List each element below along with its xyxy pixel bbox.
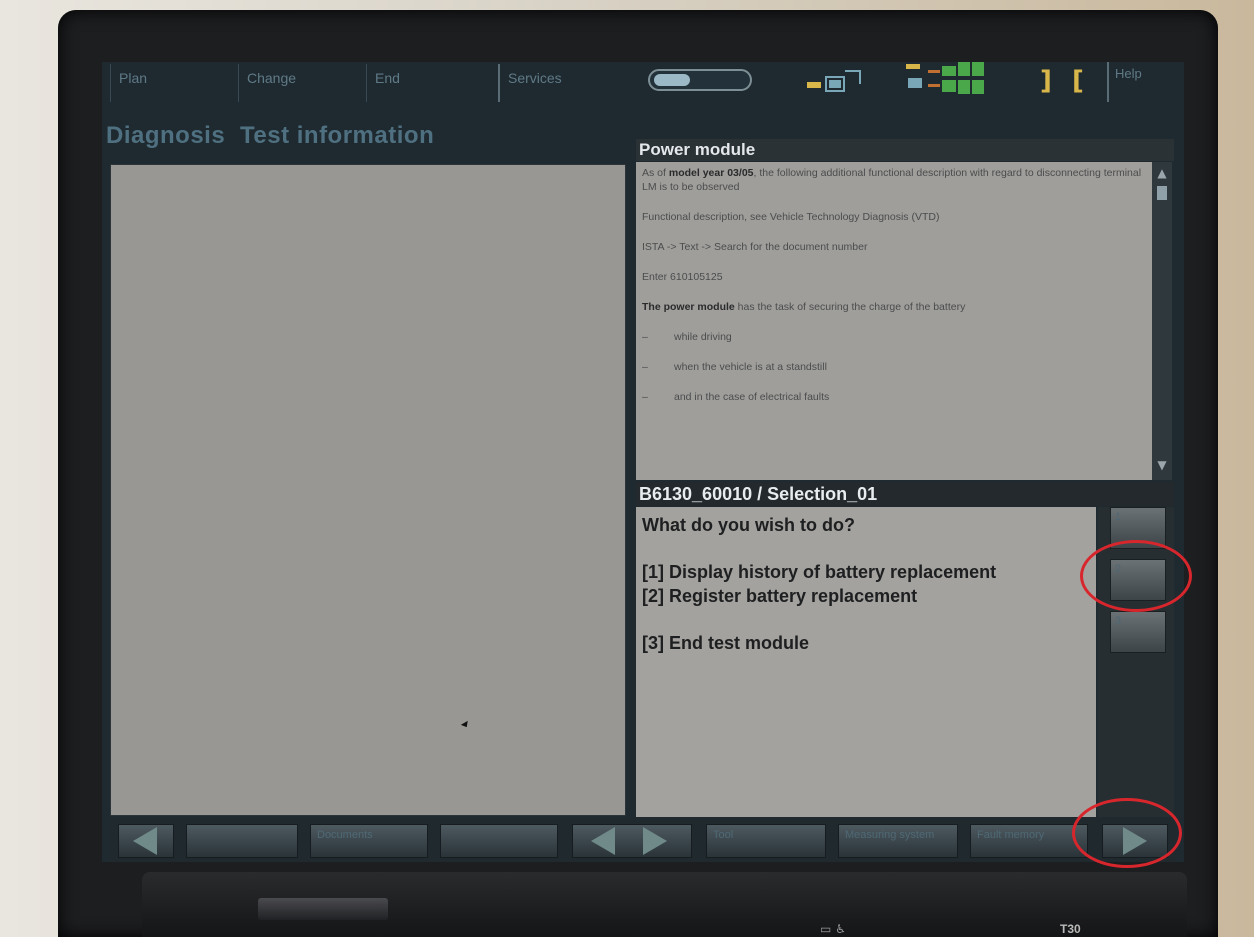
graphic-panel xyxy=(110,164,626,816)
arrow-left-icon xyxy=(133,827,157,855)
annotation-ring-option-2 xyxy=(1080,540,1192,612)
module-status-grid-icon xyxy=(906,62,1026,102)
bullet-text: and in the case of electrical faults xyxy=(674,391,830,403)
toolbar-button-blank-1[interactable] xyxy=(186,824,298,858)
bracket-open-icon: [ xyxy=(1072,66,1084,96)
laptop-model-label: T30 xyxy=(1060,922,1081,936)
pm-bullet: – when the vehicle is at a standstill xyxy=(642,360,1144,374)
pm-paragraph-4: Enter 610105125 xyxy=(642,271,723,283)
vehicle-connection-icon xyxy=(807,68,867,98)
pm-paragraph-2: Functional description, see Vehicle Tech… xyxy=(642,211,940,223)
toolbar-button-blank-2[interactable] xyxy=(440,824,558,858)
pm-paragraph-5: The power module has the task of securin… xyxy=(642,300,1144,314)
scroll-up-icon[interactable]: ▲ xyxy=(1155,166,1169,184)
menu-tab-change[interactable]: Change xyxy=(238,64,366,102)
pm-para5-bold: The power module xyxy=(642,301,735,313)
help-button[interactable]: Help xyxy=(1107,62,1177,102)
status-indicator-icons: ▭ ♿ xyxy=(820,922,846,936)
app-screen: Plan Change End Services ] [ Help Diagno… xyxy=(102,62,1184,862)
pm-para5-suffix: has the task of securing the charge of t… xyxy=(734,301,966,313)
pm-bullet: – while driving xyxy=(642,330,1144,344)
bottom-toolbar: Documents Tool Measuring system Fault me… xyxy=(110,818,1176,862)
scroll-thumb[interactable] xyxy=(1157,186,1167,200)
fault-memory-button[interactable]: Fault memory xyxy=(970,824,1088,858)
bullet-dash: – xyxy=(642,391,648,403)
power-module-text: As of model year 03/05, the following ad… xyxy=(636,162,1152,480)
back-button[interactable] xyxy=(118,824,174,858)
page-next-icon xyxy=(643,827,667,855)
bullet-text: while driving xyxy=(674,331,732,343)
measuring-system-button[interactable]: Measuring system xyxy=(838,824,958,858)
mouse-cursor-icon xyxy=(460,720,471,730)
selection-question: What do you wish to do? xyxy=(642,515,855,535)
option-3-button[interactable]: 3 xyxy=(1110,611,1166,653)
pm-para1-prefix: As of xyxy=(642,167,669,179)
scroll-down-icon[interactable]: ▼ xyxy=(1155,458,1169,476)
annotation-ring-continue xyxy=(1072,798,1182,868)
power-module-scrollbar[interactable]: ▲ ▼ xyxy=(1152,162,1172,480)
selection-option-2: [2] Register battery replacement xyxy=(642,586,918,606)
bullet-dash: – xyxy=(642,331,648,343)
menu-tab-end[interactable]: End xyxy=(366,64,498,102)
menu-tab-services[interactable]: Services xyxy=(498,64,626,102)
pm-paragraph-3: ISTA -> Text -> Search for the document … xyxy=(642,241,868,253)
documents-button[interactable]: Documents xyxy=(310,824,428,858)
selection-option-3: [3] End test module xyxy=(642,633,810,653)
selection-header: B6130_60010 / Selection_01 xyxy=(636,482,1174,506)
bullet-dash: – xyxy=(642,361,648,373)
connection-fill xyxy=(654,74,690,86)
connection-status-indicator[interactable] xyxy=(648,69,752,91)
title-test-information[interactable]: Test information xyxy=(240,122,434,150)
tool-button[interactable]: Tool xyxy=(706,824,826,858)
pm-paragraph-1: As of model year 03/05, the following ad… xyxy=(642,166,1144,194)
bullet-text: when the vehicle is at a standstill xyxy=(674,361,827,373)
laptop-latch xyxy=(258,898,388,920)
selection-body: What do you wish to do? [1] Display hist… xyxy=(636,507,1096,817)
selection-option-1: [1] Display history of battery replaceme… xyxy=(642,562,997,582)
pm-bullet: – and in the case of electrical faults xyxy=(642,390,1144,404)
power-module-header: Power module xyxy=(636,139,1174,161)
page-nav-button[interactable] xyxy=(572,824,692,858)
page-prev-icon xyxy=(591,827,615,855)
title-diagnosis[interactable]: Diagnosis xyxy=(106,122,225,150)
pm-para1-bold: model year 03/05 xyxy=(668,167,754,179)
bracket-close-icon: ] xyxy=(1040,66,1052,96)
menu-tab-plan[interactable]: Plan xyxy=(110,64,238,102)
